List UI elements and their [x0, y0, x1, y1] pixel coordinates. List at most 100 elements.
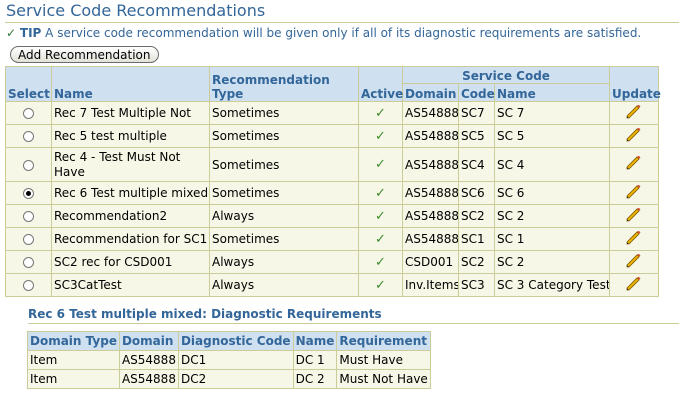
- service-domain: AS54888: [402, 147, 459, 182]
- recommendation-name: Recommendation for SC1: [51, 227, 210, 251]
- diagnostic-code-header: Diagnostic Code: [177, 331, 294, 351]
- table-row: Rec 6 Test multiple mixed Sometimes ✓ AS548…: [5, 181, 660, 205]
- check-icon: ✓: [375, 105, 386, 121]
- pencil-icon[interactable]: [626, 127, 642, 142]
- active-cell: ✓: [358, 124, 403, 148]
- recommendation-type: Always: [209, 204, 359, 228]
- check-icon: ✓: [375, 185, 386, 201]
- pencil-icon[interactable]: [626, 253, 642, 268]
- req-domain-type: Item: [27, 369, 120, 389]
- update-cell: [609, 273, 660, 297]
- active-cell: ✓: [358, 181, 403, 205]
- table-row: Rec 4 - Test Must Not Have Sometimes ✓ AS54…: [5, 147, 660, 182]
- service-code-name: SC 3 Category Test: [493, 273, 611, 297]
- requirements-table: Domain Type Domain Diagnostic Code Name …: [27, 331, 431, 389]
- service-code-name: SC 4: [493, 147, 611, 182]
- recommendation-type: Sometimes: [209, 181, 359, 205]
- service-domain: AS54888: [402, 101, 459, 125]
- service-code-name: SC 6: [493, 181, 611, 205]
- select-radio[interactable]: [23, 108, 34, 119]
- check-icon: ✓: [375, 128, 386, 144]
- recommendation-name: Recommendation2: [51, 204, 210, 228]
- pencil-icon[interactable]: [626, 207, 642, 222]
- pencil-icon[interactable]: [626, 104, 642, 119]
- tip-label: TIP: [19, 26, 42, 40]
- update-header: Update: [609, 66, 661, 102]
- active-cell: ✓: [358, 227, 403, 251]
- tip-check-icon: ✓: [6, 26, 17, 40]
- service-code: SC4: [458, 147, 495, 182]
- table-row: Rec 5 test multiple Sometimes ✓ AS54888 SC5 S…: [5, 124, 660, 148]
- page-title: Service Code Recommendations: [6, 1, 266, 20]
- domain-type-header: Domain Type: [27, 331, 120, 351]
- table-row: Rec 7 Test Multiple Not Sometimes ✓ AS54888…: [5, 101, 660, 125]
- table-row: SC2 rec for CSD001 Always ✓ CSD001 SC2 SC 2: [5, 250, 660, 274]
- select-cell: [5, 101, 52, 125]
- req-domain-header: Domain: [118, 331, 179, 351]
- service-code-name-header: Name: [493, 83, 611, 102]
- service-domain: AS54888: [402, 204, 459, 228]
- active-header: Active: [358, 66, 403, 102]
- req-name: DC 1: [292, 350, 338, 370]
- table-row: Item AS54888 DC2 DC 2 Must Not Have: [27, 369, 431, 389]
- check-icon: ✓: [375, 231, 386, 247]
- update-cell: [609, 204, 660, 228]
- update-cell: [609, 101, 660, 125]
- select-radio[interactable]: [23, 280, 34, 291]
- check-icon: ✓: [375, 254, 386, 270]
- service-domain: AS54888: [402, 227, 459, 251]
- table-row: Recommendation for SC1 Sometimes ✓ AS54888 S…: [5, 227, 660, 251]
- recommendation-name: Rec 4 - Test Must Not Have: [51, 147, 210, 182]
- select-cell: [5, 227, 52, 251]
- pencil-icon[interactable]: [626, 230, 642, 245]
- pencil-icon[interactable]: [626, 184, 642, 199]
- service-code: SC1: [458, 227, 495, 251]
- select-cell: [5, 124, 52, 148]
- recommendation-name: Rec 5 test multiple: [51, 124, 210, 148]
- req-name: DC 2: [292, 369, 338, 389]
- table-row: Item AS54888 DC1 DC 1 Must Have: [27, 350, 431, 370]
- recommendations-table: Select Name Recommendation Type Active S…: [5, 66, 661, 297]
- select-radio[interactable]: [23, 188, 34, 199]
- pencil-icon[interactable]: [626, 276, 642, 291]
- add-recommendation-button[interactable]: Add Recommendation: [10, 46, 159, 63]
- recommendation-type: Sometimes: [209, 124, 359, 148]
- service-code-name: SC 7: [493, 101, 611, 125]
- req-requirement: Must Not Have: [336, 369, 431, 389]
- recommendation-type: Sometimes: [209, 147, 359, 182]
- check-icon: ✓: [375, 157, 386, 172]
- recommendation-name: Rec 7 Test Multiple Not: [51, 101, 210, 125]
- req-domain: AS54888: [118, 369, 179, 389]
- select-radio[interactable]: [23, 257, 34, 268]
- requirement-header: Requirement: [336, 331, 431, 351]
- recommendation-type-header: Recommendation Type: [209, 66, 359, 102]
- recommendation-type: Always: [209, 250, 359, 274]
- service-domain: AS54888: [402, 124, 459, 148]
- recommendation-name: SC3CatTest: [51, 273, 210, 297]
- pencil-icon[interactable]: [626, 155, 642, 170]
- table-row: Recommendation2 Always ✓ AS54888 SC2 SC 2: [5, 204, 660, 228]
- select-radio[interactable]: [23, 211, 34, 222]
- req-name-header: Name: [292, 331, 338, 351]
- select-radio[interactable]: [23, 234, 34, 245]
- service-code: SC5: [458, 124, 495, 148]
- domain-header: Domain: [402, 83, 459, 102]
- service-domain: Inv.Items: [402, 273, 459, 297]
- update-cell: [609, 124, 660, 148]
- recommendation-type: Sometimes: [209, 227, 359, 251]
- active-cell: ✓: [358, 273, 403, 297]
- title-divider: [5, 22, 679, 23]
- select-cell: [5, 181, 52, 205]
- select-header: Select: [5, 66, 52, 102]
- recommendation-name: SC2 rec for CSD001: [51, 250, 210, 274]
- select-radio[interactable]: [23, 131, 34, 142]
- table-row: SC3CatTest Always ✓ Inv.Items SC3 SC 3 Catego…: [5, 273, 660, 297]
- req-diagnostic-code: DC1: [177, 350, 294, 370]
- select-radio[interactable]: [23, 159, 34, 171]
- update-cell: [609, 250, 660, 274]
- service-code: SC2: [458, 204, 495, 228]
- select-cell: [5, 204, 52, 228]
- active-cell: ✓: [358, 101, 403, 125]
- active-cell: ✓: [358, 147, 403, 182]
- update-cell: [609, 227, 660, 251]
